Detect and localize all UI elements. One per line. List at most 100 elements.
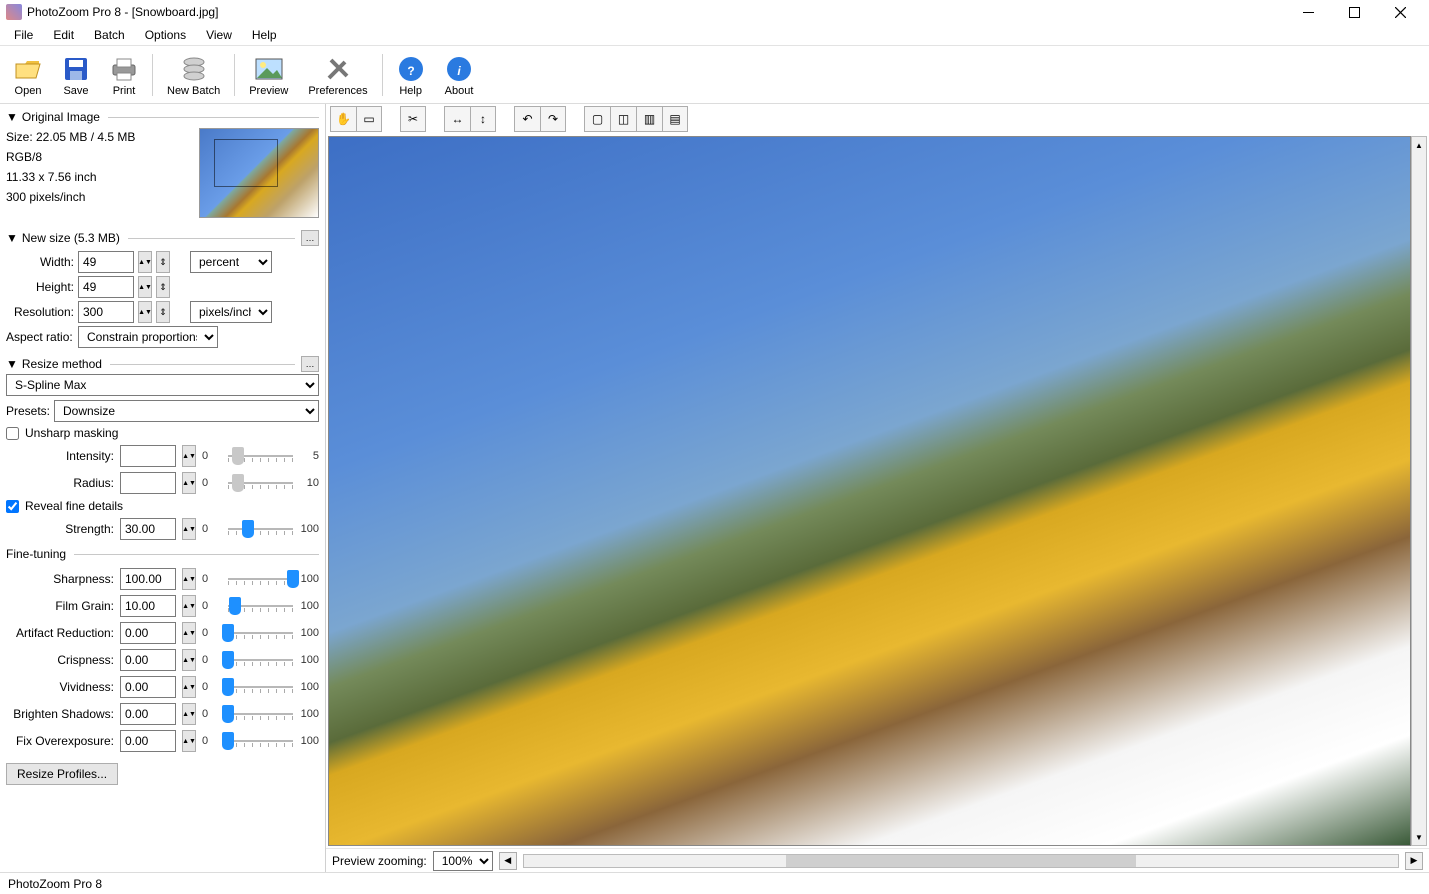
scroll-right-button[interactable]: ▶ (1405, 852, 1423, 870)
ft-label: Sharpness: (6, 572, 114, 586)
original-thumbnail[interactable] (199, 128, 319, 218)
redo-button[interactable]: ↷ (540, 106, 566, 132)
height-link-button[interactable]: ⇕ (156, 276, 170, 298)
undo-button[interactable]: ↶ (514, 106, 540, 132)
ft-slider-5[interactable] (228, 706, 293, 722)
close-button[interactable] (1377, 0, 1423, 24)
ft-slider-4[interactable] (228, 679, 293, 695)
hand-tool-button[interactable]: ✋ (330, 106, 356, 132)
menu-help[interactable]: Help (244, 25, 285, 45)
ft-slider-0[interactable] (228, 571, 293, 587)
main-view: ✋ ▭ ✂ ↔ ↕ ↶ ↷ ▢ ◫ ▥ ▤ (326, 104, 1429, 872)
open-button[interactable]: Open (4, 47, 52, 103)
intensity-label: Intensity: (6, 449, 114, 463)
ft-slider-1[interactable] (228, 598, 293, 614)
menu-view[interactable]: View (198, 25, 240, 45)
status-text: PhotoZoom Pro 8 (8, 877, 102, 891)
ft-input-5[interactable] (120, 703, 176, 725)
resize-profiles-button[interactable]: Resize Profiles... (6, 763, 118, 785)
ft-input-6[interactable] (120, 730, 176, 752)
height-label: Height: (6, 280, 74, 294)
view-split-center-button[interactable]: ◫ (610, 106, 636, 132)
menu-edit[interactable]: Edit (45, 25, 82, 45)
slider-max: 100 (299, 708, 319, 720)
ft-slider-2[interactable] (228, 625, 293, 641)
ft-input-1[interactable] (120, 595, 176, 617)
preferences-button[interactable]: Preferences (298, 47, 377, 103)
new-size-header[interactable]: ▼ New size (5.3 MB)… (6, 228, 319, 248)
reveal-label: Reveal fine details (25, 499, 123, 513)
about-button[interactable]: iAbout (435, 47, 484, 103)
slider-max: 100 (299, 600, 319, 612)
horizontal-scrollbar[interactable] (523, 854, 1399, 868)
toolbar-separator (382, 54, 383, 96)
minimize-button[interactable] (1285, 0, 1331, 24)
menu-batch[interactable]: Batch (86, 25, 133, 45)
vertical-scrollbar[interactable]: ▲▼ (1411, 136, 1427, 846)
height-input[interactable] (78, 276, 134, 298)
flip-vertical-button[interactable]: ↕ (470, 106, 496, 132)
orig-resolution: 300 pixels/inch (6, 190, 135, 204)
presets-select[interactable]: Downsize (54, 400, 319, 422)
picture-icon (255, 55, 283, 83)
ft-slider-6[interactable] (228, 733, 293, 749)
aspect-ratio-select[interactable]: Constrain proportions (78, 326, 218, 348)
maximize-button[interactable] (1331, 0, 1377, 24)
preview-button[interactable]: Preview (239, 47, 298, 103)
ft-input-0[interactable] (120, 568, 176, 590)
slider-max: 100 (299, 627, 319, 639)
ft-spinner-1[interactable]: ▲▼ (182, 595, 196, 617)
ft-slider-3[interactable] (228, 652, 293, 668)
strength-input[interactable] (120, 518, 176, 540)
help-button[interactable]: ?Help (387, 47, 435, 103)
resize-method-header[interactable]: ▼ Resize method… (6, 354, 319, 374)
original-image-header[interactable]: ▼ Original Image (6, 108, 319, 126)
view-single-button[interactable]: ▢ (584, 106, 610, 132)
width-spinner[interactable]: ▲▼ (138, 251, 152, 273)
menu-options[interactable]: Options (137, 25, 194, 45)
menubar: File Edit Batch Options View Help (0, 24, 1429, 46)
ft-spinner-3[interactable]: ▲▼ (182, 649, 196, 671)
save-button[interactable]: Save (52, 47, 100, 103)
intensity-slider (228, 448, 293, 464)
ft-spinner-6[interactable]: ▲▼ (182, 730, 196, 752)
resize-method-select[interactable]: S-Spline Max (6, 374, 319, 396)
height-spinner[interactable]: ▲▼ (138, 276, 152, 298)
toolbar-label: Print (113, 85, 136, 97)
resolution-link-button[interactable]: ⇕ (156, 301, 170, 323)
scroll-up-button[interactable]: ▲ (1412, 137, 1426, 153)
menu-file[interactable]: File (6, 25, 41, 45)
ft-input-2[interactable] (120, 622, 176, 644)
reveal-fine-details-checkbox[interactable] (6, 500, 19, 513)
scroll-left-button[interactable]: ◀ (499, 852, 517, 870)
marquee-tool-button[interactable]: ▭ (356, 106, 382, 132)
unsharp-masking-checkbox[interactable] (6, 427, 19, 440)
resolution-input[interactable] (78, 301, 134, 323)
slider-min: 0 (202, 523, 222, 535)
resolution-unit-select[interactable]: pixels/inch (190, 301, 272, 323)
ft-spinner-5[interactable]: ▲▼ (182, 703, 196, 725)
preview-canvas[interactable] (328, 136, 1411, 846)
strength-spinner[interactable]: ▲▼ (182, 518, 196, 540)
preview-zoom-select[interactable]: 100% (433, 851, 493, 871)
ft-spinner-2[interactable]: ▲▼ (182, 622, 196, 644)
toolbar-label: Preview (249, 85, 288, 97)
flip-horizontal-button[interactable]: ↔ (444, 106, 470, 132)
print-button[interactable]: Print (100, 47, 148, 103)
ft-spinner-0[interactable]: ▲▼ (182, 568, 196, 590)
new-size-options-button[interactable]: … (301, 230, 319, 246)
ft-input-4[interactable] (120, 676, 176, 698)
scroll-down-button[interactable]: ▼ (1412, 829, 1426, 845)
view-split-v-button[interactable]: ▤ (662, 106, 688, 132)
resolution-spinner[interactable]: ▲▼ (138, 301, 152, 323)
resize-method-options-button[interactable]: … (301, 356, 319, 372)
ft-spinner-4[interactable]: ▲▼ (182, 676, 196, 698)
width-link-button[interactable]: ⇕ (156, 251, 170, 273)
size-unit-select[interactable]: percent (190, 251, 272, 273)
width-input[interactable] (78, 251, 134, 273)
crop-tool-button[interactable]: ✂ (400, 106, 426, 132)
strength-slider[interactable] (228, 521, 293, 537)
new-batch-button[interactable]: New Batch (157, 47, 230, 103)
ft-input-3[interactable] (120, 649, 176, 671)
view-split-h-button[interactable]: ▥ (636, 106, 662, 132)
